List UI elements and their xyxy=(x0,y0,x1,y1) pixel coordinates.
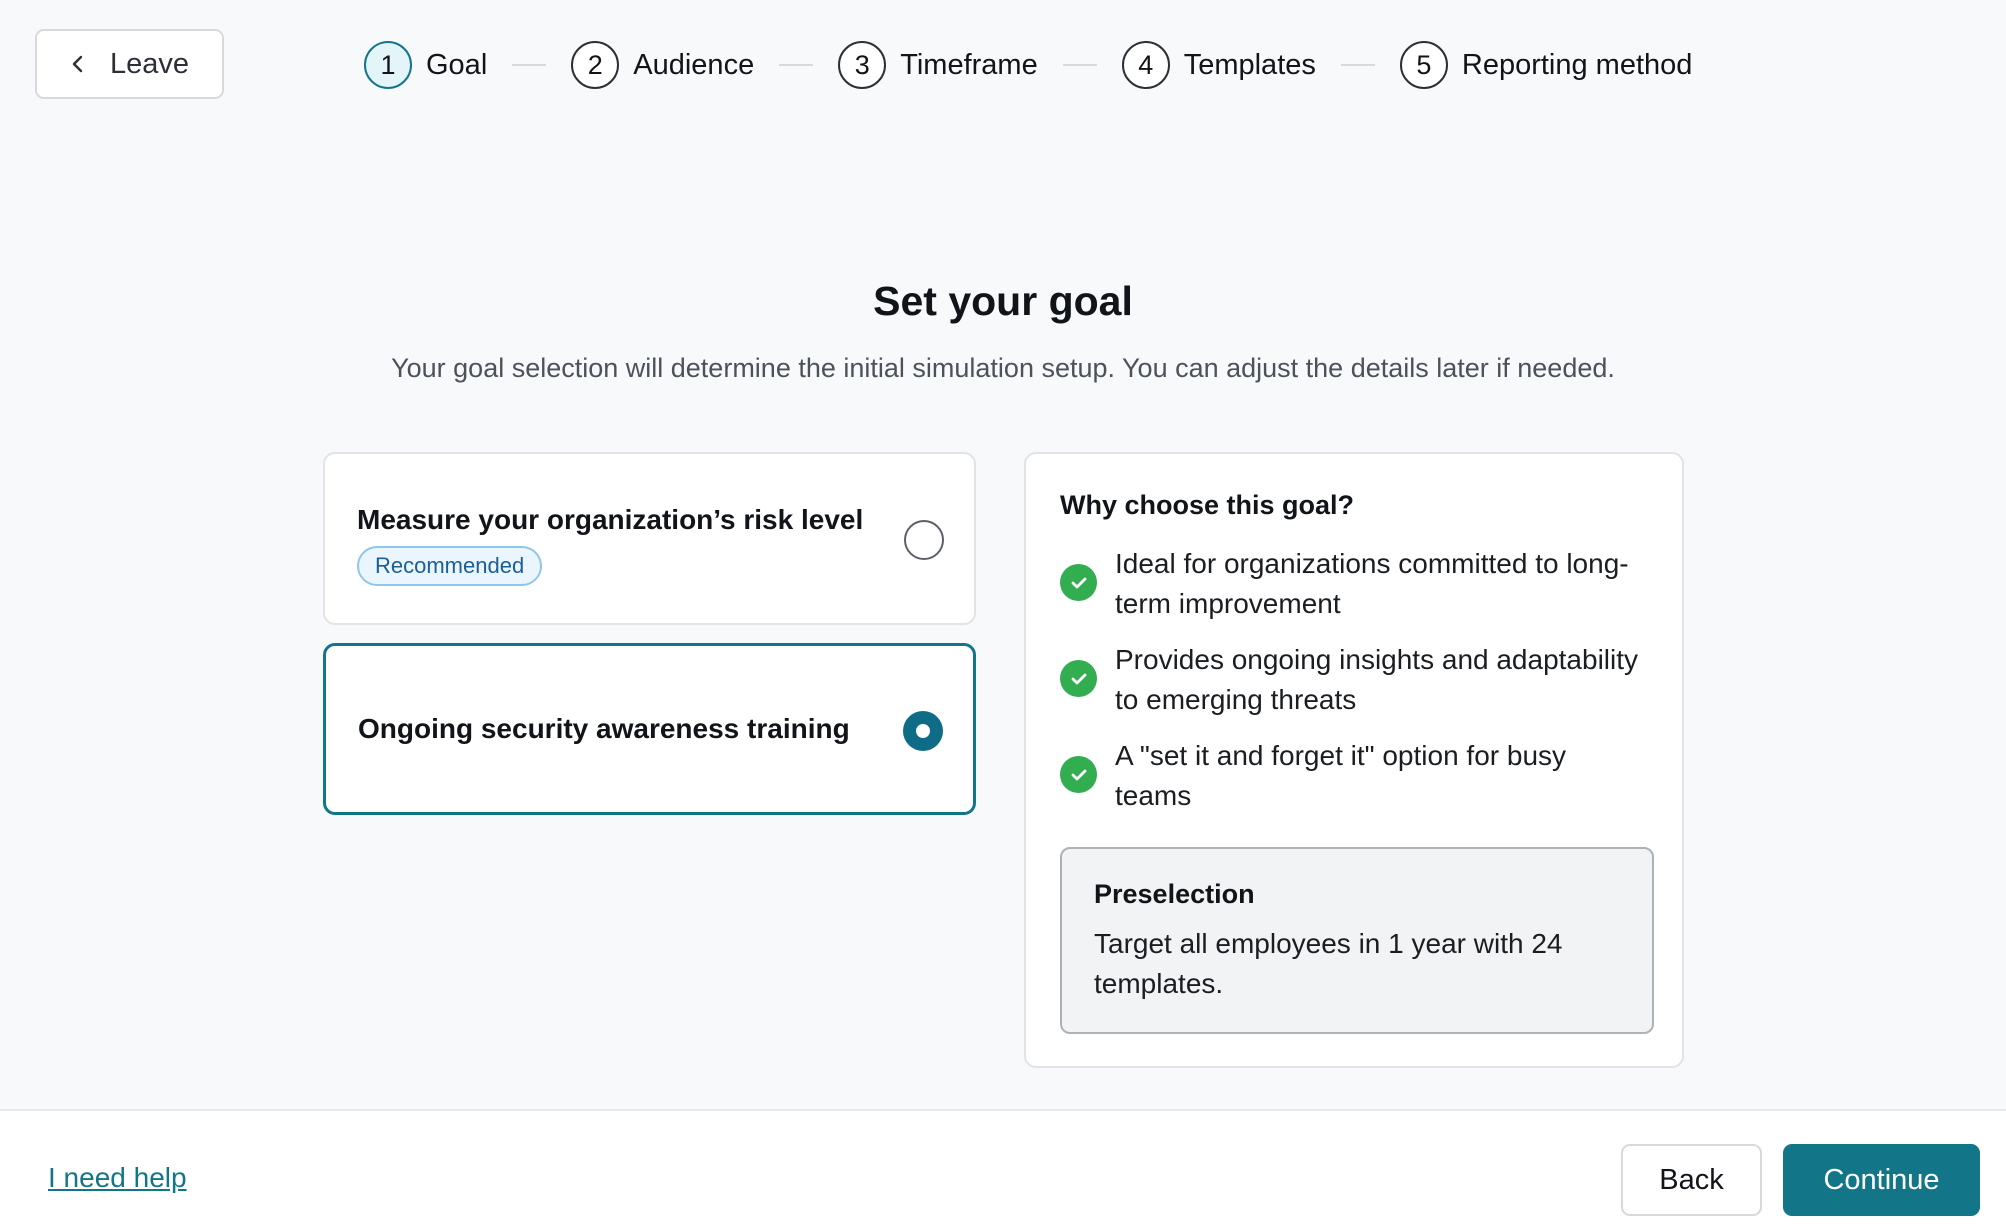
benefit-item: Ideal for organizations committed to lon… xyxy=(1060,544,1640,624)
step-separator xyxy=(779,64,814,66)
goal-option-ongoing-training[interactable]: Ongoing security awareness training xyxy=(323,643,976,815)
goal-setup-page: Leave 1 Goal 2 Audience 3 Timeframe 4 Te… xyxy=(0,0,2006,1232)
step-separator xyxy=(1340,64,1375,66)
leave-label: Leave xyxy=(109,47,189,80)
benefit-item: A "set it and forget it" option for busy… xyxy=(1060,736,1640,816)
check-circle-icon xyxy=(1060,660,1097,697)
option-title: Ongoing security awareness training xyxy=(358,713,850,744)
step-label: Audience xyxy=(633,48,755,81)
step-label: Reporting method xyxy=(1461,48,1693,81)
page-subtitle: Your goal selection will determine the i… xyxy=(391,353,1615,383)
step-templates[interactable]: 4 Templates xyxy=(1121,41,1316,89)
radio-dot xyxy=(916,724,930,738)
goal-info-panel: Why choose this goal? Ideal for organiza… xyxy=(1024,452,1684,1068)
step-audience[interactable]: 2 Audience xyxy=(571,41,754,89)
check-circle-icon xyxy=(1060,564,1097,601)
step-number: 4 xyxy=(1121,41,1170,89)
radio-unselected[interactable] xyxy=(904,520,944,560)
check-circle-icon xyxy=(1060,756,1097,793)
step-label: Goal xyxy=(426,48,488,81)
step-number: 1 xyxy=(364,41,412,89)
stepper: 1 Goal 2 Audience 3 Timeframe 4 Template… xyxy=(364,40,1692,90)
step-reporting-method[interactable]: 5 Reporting method xyxy=(1399,41,1693,89)
help-link[interactable]: I need help xyxy=(48,1162,187,1194)
page-title: Set your goal xyxy=(873,278,1133,324)
preselection-box: Preselection Target all employees in 1 y… xyxy=(1060,847,1654,1034)
chevron-left-icon xyxy=(72,55,83,73)
benefit-item: Provides ongoing insights and adaptabili… xyxy=(1060,640,1640,720)
preselection-title: Preselection xyxy=(1094,879,1255,909)
preselection-text: Target all employees in 1 year with 24 t… xyxy=(1094,928,1563,999)
step-label: Timeframe xyxy=(900,48,1038,81)
benefit-text: Provides ongoing insights and adaptabili… xyxy=(1115,644,1639,715)
step-separator xyxy=(1062,64,1097,66)
option-title: Measure your organization’s risk level xyxy=(357,504,864,535)
benefit-text: A "set it and forget it" option for busy… xyxy=(1115,740,1567,811)
step-separator xyxy=(512,64,547,66)
info-title: Why choose this goal? xyxy=(1060,490,1355,520)
step-number: 5 xyxy=(1399,41,1448,89)
back-button[interactable]: Back xyxy=(1621,1144,1762,1216)
radio-selected[interactable] xyxy=(903,711,943,751)
footer-bar: I need help Back Continue xyxy=(0,1109,2006,1232)
continue-button[interactable]: Continue xyxy=(1783,1144,1980,1216)
step-number: 3 xyxy=(838,41,887,89)
step-timeframe[interactable]: 3 Timeframe xyxy=(838,41,1038,89)
goal-option-measure-risk[interactable]: Measure your organization’s risk level R… xyxy=(323,452,976,625)
step-number: 2 xyxy=(571,41,620,89)
leave-button[interactable]: Leave xyxy=(35,29,224,99)
recommended-badge: Recommended xyxy=(357,546,543,586)
benefit-text: Ideal for organizations committed to lon… xyxy=(1115,548,1629,619)
step-goal[interactable]: 1 Goal xyxy=(364,41,487,89)
step-label: Templates xyxy=(1183,48,1316,81)
